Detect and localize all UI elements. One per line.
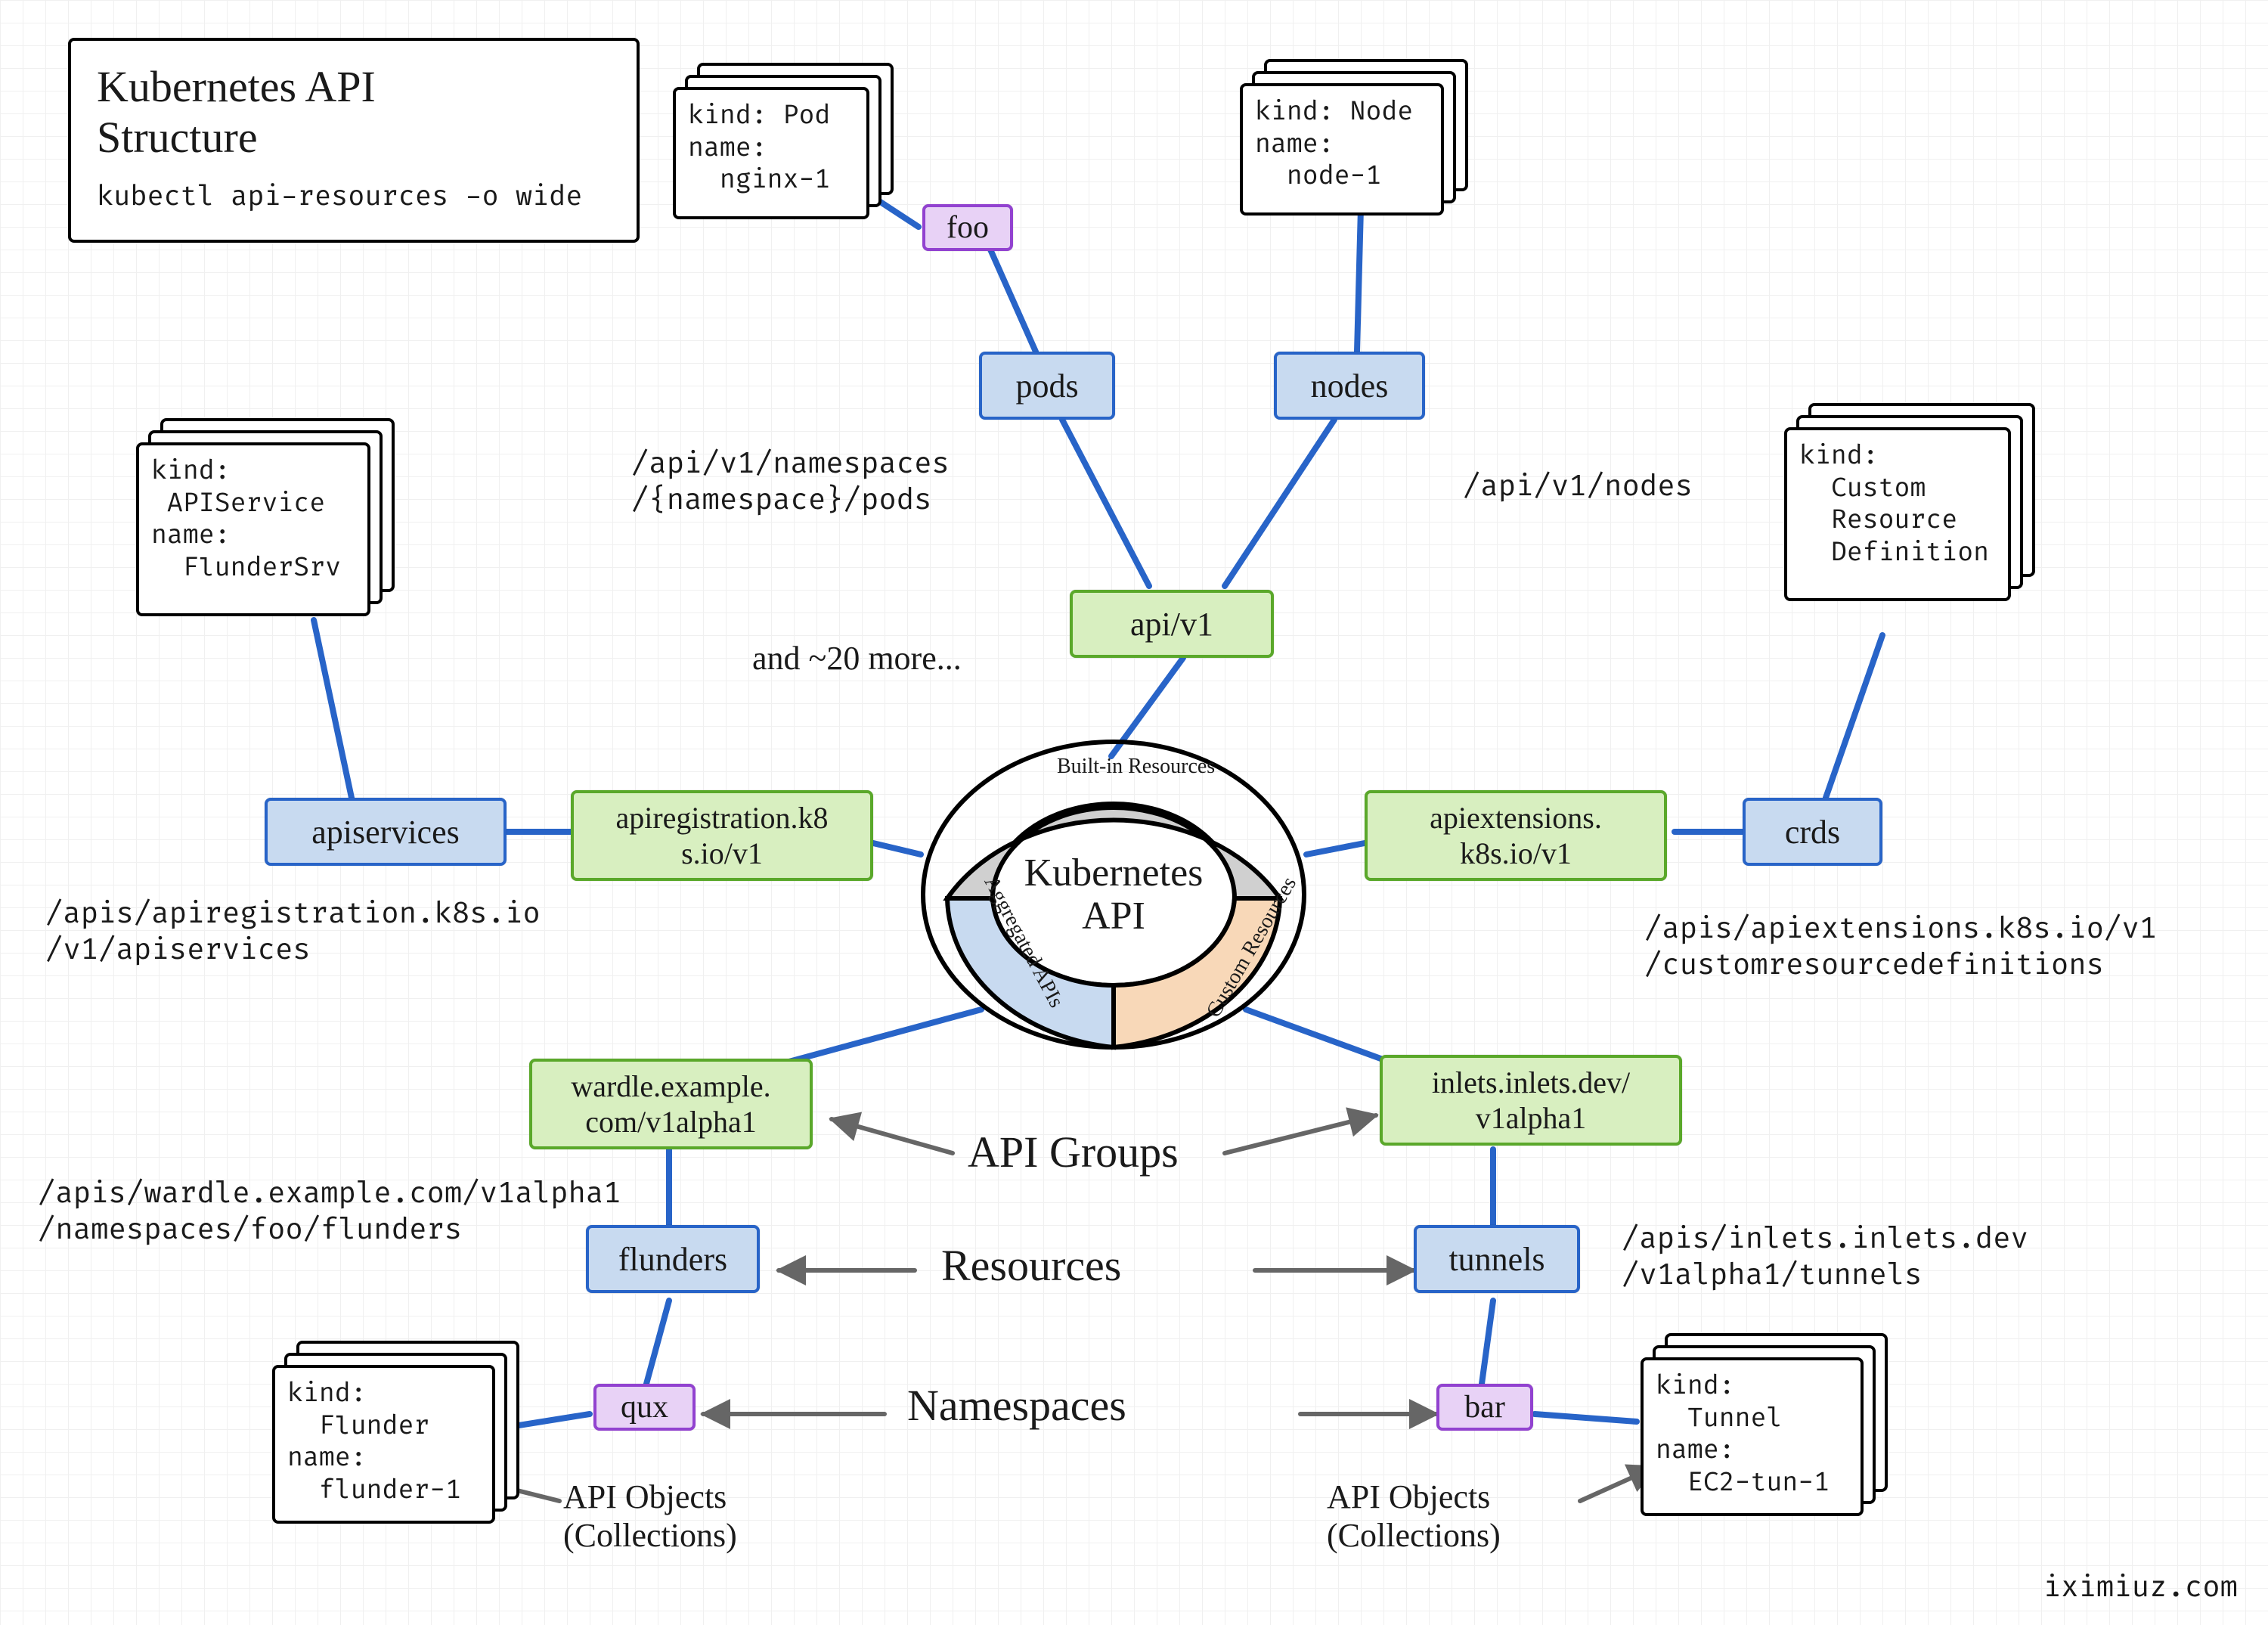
title-card: Kubernetes APIStructure kubectl api-reso…	[68, 38, 640, 243]
title-command: kubectl api-resources -o wide	[97, 181, 611, 214]
resource-crds: crds	[1743, 798, 1882, 866]
group-wardle: wardle.example. com/v1alpha1	[529, 1059, 813, 1149]
note-api-objects-left: API Objects (Collections)	[563, 1478, 737, 1555]
namespace-foo: foo	[922, 204, 1013, 251]
path-inlets: /apis/inlets.inlets.dev /v1alpha1/tunnel…	[1622, 1221, 2028, 1293]
yaml-tunnel: kind: Tunnel name: EC2-tun-1	[1641, 1357, 1864, 1516]
group-apireg: apiregistration.k8 s.io/v1	[571, 790, 873, 881]
yaml-node: kind: Node name: node-1	[1240, 83, 1444, 216]
center-label: KubernetesAPI	[1024, 851, 1204, 938]
center-ring: KubernetesAPI Built-in Resources Custom …	[917, 736, 1310, 1053]
yaml-pod: kind: Pod name: nginx-1	[673, 87, 869, 219]
group-inlets: inlets.inlets.dev/ v1alpha1	[1380, 1055, 1682, 1146]
attribution: iximiuz.com	[2043, 1570, 2238, 1605]
note-api-objects-right: API Objects (Collections)	[1327, 1478, 1501, 1555]
path-pods: /api/v1/namespaces /{namespace}/pods	[631, 446, 950, 518]
diagram-title: Kubernetes APIStructure	[97, 62, 611, 163]
path-wardle: /apis/wardle.example.com/v1alpha1 /names…	[38, 1176, 621, 1248]
group-core: api/v1	[1070, 590, 1274, 658]
segment-builtin: Built-in Resources	[1057, 755, 1215, 777]
resource-nodes: nodes	[1274, 352, 1425, 420]
resource-pods: pods	[979, 352, 1115, 420]
group-apiext: apiextensions. k8s.io/v1	[1365, 790, 1667, 881]
note-api-groups: API Groups	[968, 1127, 1179, 1177]
note-namespaces: Namespaces	[907, 1380, 1126, 1431]
path-apisvc: /apis/apiregistration.k8s.io /v1/apiserv…	[45, 896, 541, 968]
yaml-apisvc: kind: APIService name: FlunderSrv	[136, 442, 370, 616]
note-more: and ~20 more...	[752, 639, 962, 678]
yaml-flunder: kind: Flunder name: flunder-1	[272, 1365, 495, 1524]
yaml-crd: kind: Custom Resource Definition	[1784, 427, 2011, 601]
note-resources: Resources	[941, 1240, 1121, 1291]
namespace-qux: qux	[593, 1384, 696, 1431]
path-crds: /apis/apiextensions.k8s.io/v1 /customres…	[1644, 911, 2157, 983]
resource-tunnels: tunnels	[1414, 1225, 1580, 1293]
path-nodes: /api/v1/nodes	[1463, 469, 1693, 505]
namespace-bar: bar	[1436, 1384, 1533, 1431]
resource-apisvcs: apiservices	[265, 798, 507, 866]
